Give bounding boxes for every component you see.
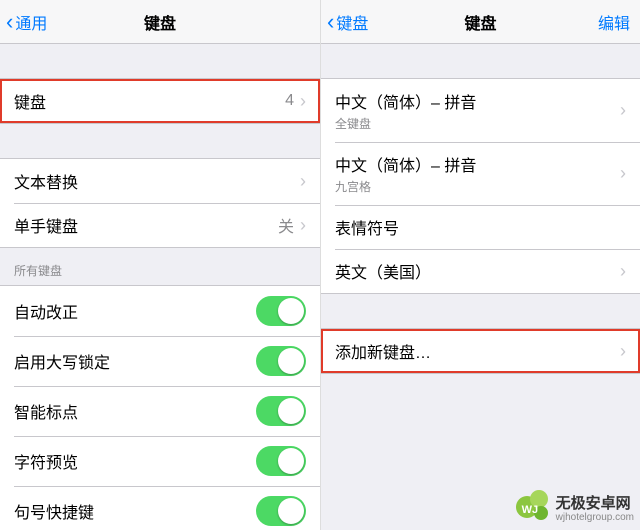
chevron-right-icon: › (620, 163, 626, 184)
chevron-left-icon: ‹ (6, 11, 13, 33)
switch-smart-punctuation[interactable] (256, 396, 306, 426)
row-label: 中文（简体）– 拼音 (335, 89, 476, 113)
back-button[interactable]: ‹ 通用 (6, 10, 47, 34)
back-label: 通用 (15, 10, 47, 34)
row-label: 英文（美国） (335, 259, 431, 283)
row-label: 键盘 (14, 89, 46, 113)
row-sublabel: 全键盘 (335, 115, 476, 132)
row-label: 中文（简体）– 拼音 (335, 152, 476, 176)
chevron-right-icon: › (620, 341, 626, 362)
row-label: 启用大写锁定 (14, 349, 110, 373)
group-text-options: 文本替换 › 单手键盘 关 › (0, 158, 320, 248)
switch-period-shortcut[interactable] (256, 496, 306, 526)
row-character-preview[interactable]: 字符预览 (0, 436, 320, 486)
group-toggles: 自动改正 启用大写锁定 智能标点 字符预览 句号快捷键 (0, 285, 320, 530)
row-smart-punctuation[interactable]: 智能标点 (0, 386, 320, 436)
row-label: 自动改正 (14, 299, 78, 323)
watermark-logo-icon: WJ (516, 490, 550, 524)
row-period-shortcut[interactable]: 句号快捷键 (0, 486, 320, 530)
watermark-title: 无极安卓网 (556, 492, 634, 513)
page-title: 键盘 (464, 10, 496, 34)
chevron-right-icon: › (300, 215, 306, 236)
back-button[interactable]: ‹ 键盘 (327, 10, 368, 34)
row-label: 智能标点 (14, 399, 78, 423)
switch-caps-lock[interactable] (256, 346, 306, 376)
row-value: 4 (285, 92, 294, 110)
row-text-replacement[interactable]: 文本替换 › (0, 159, 320, 203)
chevron-right-icon: › (620, 261, 626, 282)
chevron-right-icon: › (300, 91, 306, 112)
chevron-right-icon: › (300, 171, 306, 192)
row-label: 单手键盘 (14, 213, 78, 237)
row-keyboard-chinese-pinyin-full[interactable]: 中文（简体）– 拼音 全键盘 › (321, 79, 640, 142)
group-installed-keyboards: 中文（简体）– 拼音 全键盘 › 中文（简体）– 拼音 九宫格 › 表情符号 英… (321, 78, 640, 294)
watermark: WJ 无极安卓网 wjhotelgroup.com (516, 490, 634, 524)
row-keyboard-emoji[interactable]: 表情符号 (321, 205, 640, 249)
page-title: 键盘 (144, 10, 176, 34)
navbar-right: ‹ 键盘 键盘 编辑 (321, 0, 640, 44)
section-header-all-keyboards: 所有键盘 (0, 248, 320, 285)
row-keyboards[interactable]: 键盘 4 › (0, 79, 320, 123)
back-label: 键盘 (336, 10, 368, 34)
watermark-url: wjhotelgroup.com (556, 512, 634, 523)
row-add-new-keyboard[interactable]: 添加新键盘… › (321, 329, 640, 373)
switch-character-preview[interactable] (256, 446, 306, 476)
row-label: 句号快捷键 (14, 499, 94, 523)
edit-button[interactable]: 编辑 (598, 10, 630, 34)
row-one-handed[interactable]: 单手键盘 关 › (0, 203, 320, 247)
row-label: 字符预览 (14, 449, 78, 473)
screen-keyboard-settings: ‹ 通用 键盘 键盘 4 › 文本替换 › 单手键盘 (0, 0, 320, 530)
row-label: 添加新键盘… (335, 339, 431, 363)
row-label: 文本替换 (14, 169, 78, 193)
row-keyboard-chinese-pinyin-9key[interactable]: 中文（简体）– 拼音 九宫格 › (321, 142, 640, 205)
row-auto-correction[interactable]: 自动改正 (0, 286, 320, 336)
switch-auto-correction[interactable] (256, 296, 306, 326)
row-value: 关 (278, 213, 294, 237)
row-label: 表情符号 (335, 215, 399, 239)
group-add-keyboard: 添加新键盘… › (321, 328, 640, 374)
group-keyboards: 键盘 4 › (0, 78, 320, 124)
row-caps-lock[interactable]: 启用大写锁定 (0, 336, 320, 386)
navbar-left: ‹ 通用 键盘 (0, 0, 320, 44)
screen-keyboards-list: ‹ 键盘 键盘 编辑 中文（简体）– 拼音 全键盘 › 中文（简体）– 拼音 九… (320, 0, 640, 530)
chevron-right-icon: › (620, 100, 626, 121)
chevron-left-icon: ‹ (327, 11, 334, 33)
row-keyboard-english-us[interactable]: 英文（美国） › (321, 249, 640, 293)
row-sublabel: 九宫格 (335, 178, 476, 195)
